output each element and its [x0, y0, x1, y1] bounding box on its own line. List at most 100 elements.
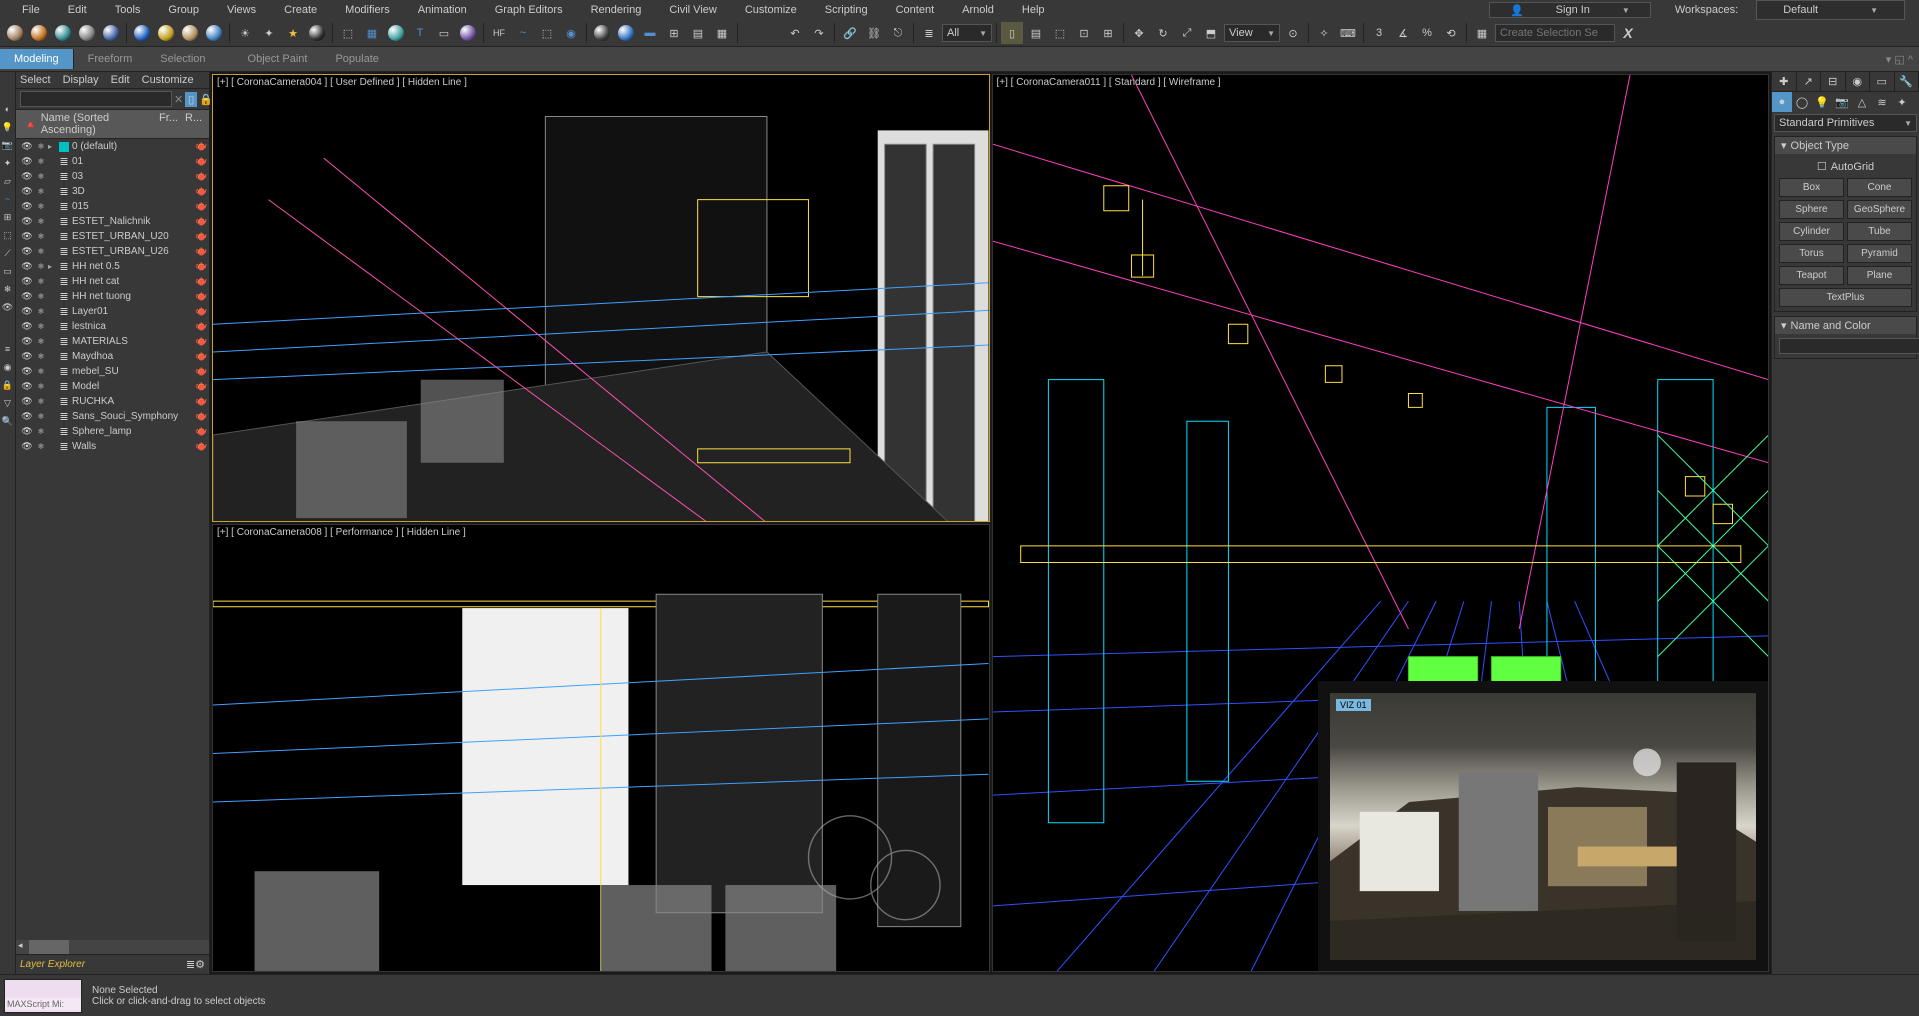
layer-swatch-icon[interactable]: ≣: [58, 366, 70, 378]
link-icon[interactable]: 🔗: [839, 22, 861, 44]
visibility-icon[interactable]: [20, 276, 34, 287]
layer-row[interactable]: ▸0 (default)🫖: [16, 139, 209, 154]
tab-create[interactable]: ✚: [1772, 72, 1797, 91]
clear-search-icon[interactable]: ✕: [174, 93, 183, 106]
rollout-header[interactable]: ▾Name and Color: [1775, 317, 1916, 334]
create-category-dropdown[interactable]: Standard Primitives▼: [1774, 114, 1917, 132]
explorer-hscroll[interactable]: ◂: [16, 940, 209, 954]
viewport-right[interactable]: [+] [ CoronaCamera011 ] [ Standard ] [ W…: [992, 74, 1770, 972]
visibility-icon[interactable]: [20, 351, 34, 362]
wave-blue-icon[interactable]: ~: [512, 22, 534, 44]
visibility-icon[interactable]: [20, 366, 34, 377]
tab-utilities[interactable]: 🔧: [1895, 72, 1919, 91]
config-icon[interactable]: ⚙: [195, 958, 205, 971]
teapot-teal-icon[interactable]: [52, 22, 74, 44]
visibility-icon[interactable]: [20, 306, 34, 317]
spinner-snap-button[interactable]: ⟲: [1440, 22, 1462, 44]
sign-in-button[interactable]: 👤 Sign In ▼: [1489, 2, 1651, 18]
freeze-icon[interactable]: [34, 337, 48, 346]
renderable-icon[interactable]: 🫖: [195, 186, 209, 197]
tab-modify[interactable]: ↗: [1797, 72, 1822, 91]
menu-customize[interactable]: Customize: [731, 2, 811, 18]
bind-icon[interactable]: ⎋: [887, 22, 909, 44]
teapot-gray-icon[interactable]: [76, 22, 98, 44]
layer-swatch-icon[interactable]: ≣: [58, 441, 70, 453]
explorer-menu-select[interactable]: Select: [20, 74, 51, 86]
freeze-icon[interactable]: [34, 217, 48, 226]
teapot-multi-icon[interactable]: [100, 22, 122, 44]
shape-icon[interactable]: ▱: [1, 174, 15, 188]
snap-toggle-button[interactable]: 3: [1368, 22, 1390, 44]
freeze-icon[interactable]: [34, 247, 48, 256]
layer-row[interactable]: ≣Sphere_lamp🫖: [16, 424, 209, 439]
material-blue-icon[interactable]: [203, 22, 225, 44]
renderable-icon[interactable]: 🫖: [195, 246, 209, 257]
visibility-icon[interactable]: [20, 336, 34, 347]
sub-cameras[interactable]: 📷: [1832, 92, 1852, 112]
menu-group[interactable]: Group: [154, 2, 213, 18]
material-yellow-icon[interactable]: [155, 22, 177, 44]
renderable-icon[interactable]: 🫖: [195, 261, 209, 272]
angle-snap-button[interactable]: ∡: [1392, 22, 1414, 44]
freeze-icon[interactable]: [34, 232, 48, 241]
light-icon[interactable]: 💡: [1, 120, 15, 134]
helper-icon[interactable]: ✦: [1, 156, 15, 170]
autogrid-checkbox[interactable]: ☐AutoGrid: [1779, 158, 1912, 175]
nodes-icon[interactable]: ⬚: [337, 22, 359, 44]
layer-swatch-icon[interactable]: ≣: [58, 201, 70, 213]
frame-icon[interactable]: ▭: [433, 22, 455, 44]
visibility-icon[interactable]: [20, 216, 34, 227]
layer-swatch-icon[interactable]: ≣: [58, 291, 70, 303]
layer-swatch-icon[interactable]: ≣: [58, 216, 70, 228]
rotate-button[interactable]: ↻: [1152, 22, 1174, 44]
explorer-list[interactable]: ▸0 (default)🫖≣01🫖≣03🫖≣3D🫖≣015🫖≣ESTET_Nal…: [16, 139, 209, 940]
freeze-icon[interactable]: [34, 352, 48, 361]
window-icon[interactable]: ⊞: [663, 22, 685, 44]
viewport-label[interactable]: [+] [ CoronaCamera008 ] [ Performance ] …: [217, 527, 466, 538]
renderable-icon[interactable]: 🫖: [195, 216, 209, 227]
ball-drk-icon[interactable]: [591, 22, 613, 44]
layer-swatch-icon[interactable]: ≣: [58, 306, 70, 318]
layer-swatch-icon[interactable]: ≣: [58, 246, 70, 258]
sub-systems[interactable]: ✦: [1892, 92, 1912, 112]
ribbon-expand-icon[interactable]: ▾ ◱ ^: [1886, 53, 1919, 66]
renderable-icon[interactable]: 🫖: [195, 441, 209, 452]
visibility-icon[interactable]: [20, 321, 34, 332]
freeze-icon[interactable]: [34, 202, 48, 211]
tab-hierarchy[interactable]: ⊟: [1821, 72, 1846, 91]
layer-swatch-icon[interactable]: ≣: [58, 276, 70, 288]
menu-civil-view[interactable]: Civil View: [655, 2, 730, 18]
undo-button[interactable]: ↶: [784, 22, 806, 44]
menu-content[interactable]: Content: [882, 2, 949, 18]
layer-swatch-icon[interactable]: ≣: [58, 336, 70, 348]
teapot-orange-icon[interactable]: [28, 22, 50, 44]
menu-rendering[interactable]: Rendering: [577, 2, 656, 18]
maxscript-listener[interactable]: MAXScript Mi:: [4, 979, 82, 1013]
layer-swatch-icon[interactable]: ≣: [58, 231, 70, 243]
globe-icon[interactable]: [131, 22, 153, 44]
freeze-icon[interactable]: [34, 307, 48, 316]
renderable-icon[interactable]: 🫖: [195, 381, 209, 392]
ball-blue-icon[interactable]: [615, 22, 637, 44]
sphere-dark-icon[interactable]: [306, 22, 328, 44]
freeze-icon[interactable]: [34, 277, 48, 286]
primitive-cylinder-button[interactable]: Cylinder: [1779, 222, 1844, 241]
hf-icon[interactable]: HF: [488, 22, 510, 44]
reference-coord-dropdown[interactable]: View▼: [1224, 24, 1280, 42]
visibility-icon[interactable]: [20, 291, 34, 302]
primitive-pyramid-button[interactable]: Pyramid: [1847, 244, 1912, 263]
select-filter-dropdown[interactable]: All▼: [942, 24, 992, 42]
viewport-bottom-left[interactable]: [+] [ CoronaCamera008 ] [ Performance ] …: [212, 524, 990, 972]
freeze-icon[interactable]: [34, 292, 48, 301]
primitive-box-button[interactable]: Box: [1779, 178, 1844, 197]
teapot-render-icon[interactable]: [4, 22, 26, 44]
visibility-icon[interactable]: [20, 186, 34, 197]
film-icon[interactable]: ▤: [687, 22, 709, 44]
venn-icon[interactable]: ◉: [560, 22, 582, 44]
visibility-icon[interactable]: [20, 201, 34, 212]
expand-icon[interactable]: ≡: [1, 342, 15, 356]
menu-edit[interactable]: Edit: [54, 2, 101, 18]
scale-button[interactable]: ⤢: [1176, 22, 1198, 44]
menu-help[interactable]: Help: [1008, 2, 1059, 18]
picker-icon[interactable]: ◉: [1, 360, 15, 374]
